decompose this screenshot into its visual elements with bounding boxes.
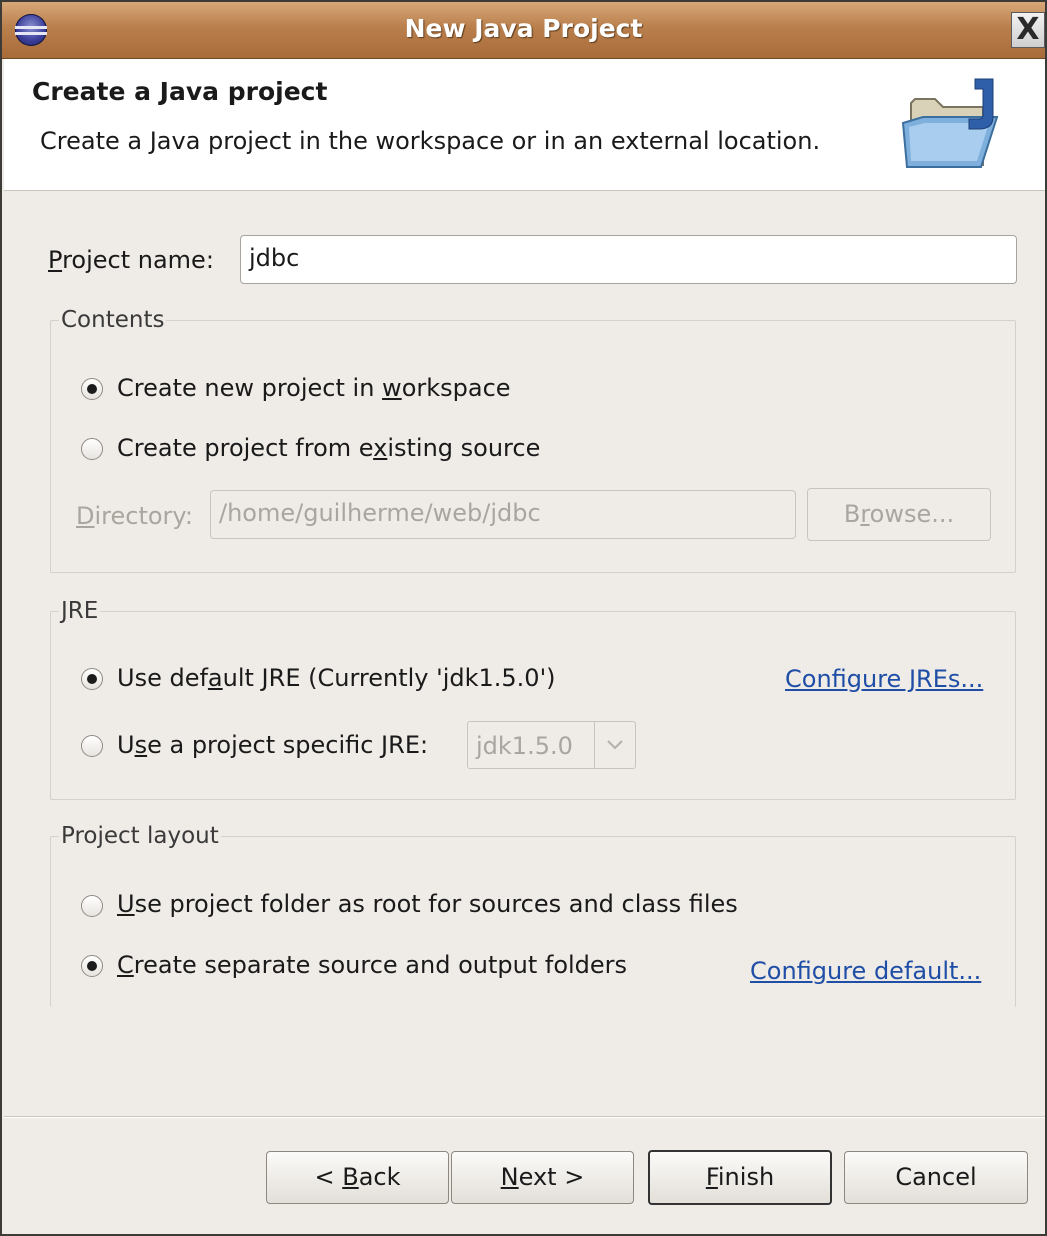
jre-select[interactable]: jdk1.5.0 xyxy=(467,721,636,769)
jre-group: JRE xyxy=(50,598,1016,800)
separate-folders-radio[interactable] xyxy=(81,955,103,977)
contents-legend: Contents xyxy=(61,307,165,333)
project-folder-root-radio[interactable] xyxy=(81,895,103,917)
chevron-down-icon[interactable] xyxy=(594,722,635,768)
page-title: Create a Java project xyxy=(32,77,328,106)
close-button[interactable]: X xyxy=(1011,12,1045,48)
create-from-source-label[interactable]: Create project from existing source xyxy=(117,434,540,462)
specific-jre-label[interactable]: Use a project specific JRE: xyxy=(117,731,428,759)
create-in-workspace-radio[interactable] xyxy=(81,378,103,400)
specific-jre-radio[interactable] xyxy=(81,735,103,757)
new-java-project-dialog: New Java Project X Create a Java project… xyxy=(0,0,1047,1236)
cancel-button[interactable]: Cancel xyxy=(844,1151,1028,1204)
directory-input[interactable]: /home/guilherme/web/jdbc xyxy=(210,490,796,539)
window-title: New Java Project xyxy=(404,14,643,43)
project-name-label: Project name: xyxy=(48,246,214,274)
back-button[interactable]: < Back xyxy=(266,1151,449,1204)
project-name-input[interactable]: jdbc xyxy=(240,235,1017,284)
project-layout-legend: Project layout xyxy=(61,823,219,849)
create-in-workspace-label[interactable]: Create new project in workspace xyxy=(117,374,511,402)
separate-folders-label[interactable]: Create separate source and output folder… xyxy=(117,951,627,979)
browse-button[interactable]: Browse... xyxy=(807,488,991,541)
title-bar[interactable]: New Java Project X xyxy=(2,2,1045,59)
configure-jres-link[interactable]: Configure JREs... xyxy=(785,665,983,693)
next-button[interactable]: Next > xyxy=(451,1151,634,1204)
configure-default-link[interactable]: Configure default... xyxy=(750,957,981,985)
button-bar-separator xyxy=(4,1116,1045,1118)
wizard-banner: Create a Java project Create a Java proj… xyxy=(4,59,1045,191)
default-jre-label[interactable]: Use default JRE (Currently 'jdk1.5.0') xyxy=(117,664,556,692)
jre-legend: JRE xyxy=(61,598,99,624)
java-project-folder-icon xyxy=(901,78,999,168)
finish-button[interactable]: Finish xyxy=(648,1150,832,1205)
directory-label: Directory: xyxy=(76,502,193,530)
project-folder-root-label[interactable]: Use project folder as root for sources a… xyxy=(117,890,738,918)
jre-select-value: jdk1.5.0 xyxy=(476,732,573,760)
default-jre-radio[interactable] xyxy=(81,668,103,690)
page-description: Create a Java project in the workspace o… xyxy=(40,127,821,155)
create-from-source-radio[interactable] xyxy=(81,438,103,460)
